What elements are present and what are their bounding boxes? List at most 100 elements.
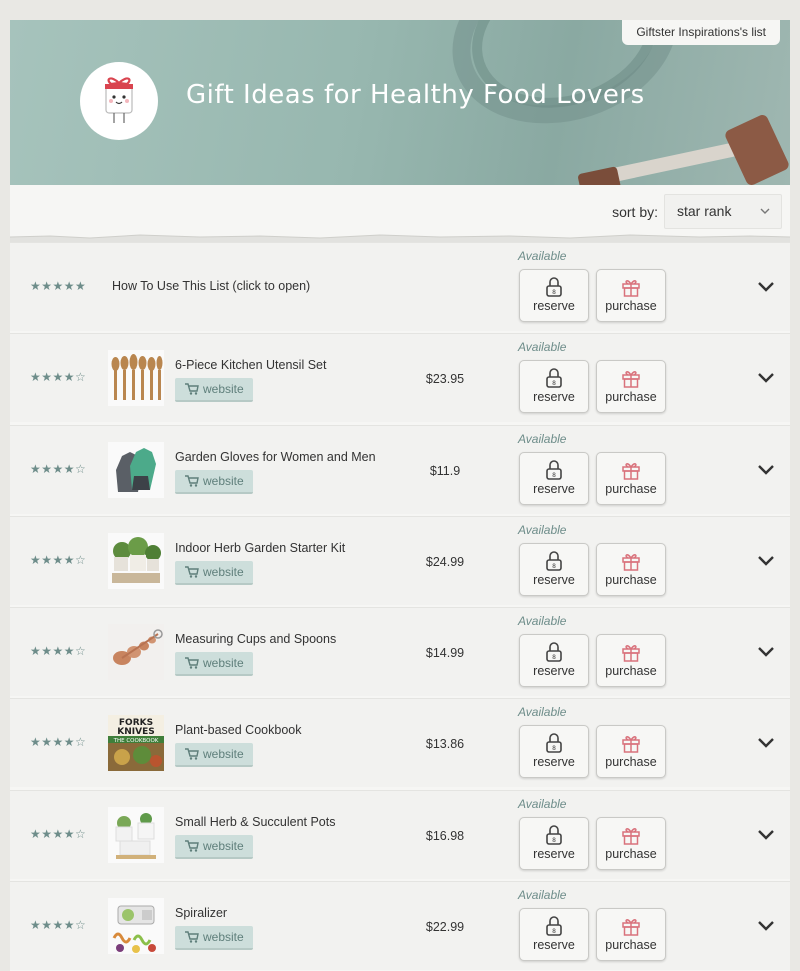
cart-icon (185, 566, 199, 578)
item-name[interactable]: Plant-based Cookbook (175, 723, 301, 737)
website-button[interactable]: website (175, 834, 253, 859)
item-name[interactable]: Measuring Cups and Spoons (175, 632, 336, 646)
website-button[interactable]: website (175, 926, 253, 951)
list-item-help[interactable]: ★★★★★ How To Use This List (click to ope… (10, 242, 790, 331)
cart-icon (185, 931, 199, 943)
svg-text:8: 8 (552, 837, 556, 844)
item-price: $14.99 (425, 646, 465, 661)
purchase-label: purchase (605, 390, 657, 405)
banner-decoration (577, 166, 623, 185)
star-rating: ★★★★★ (30, 279, 87, 293)
chevron-down-icon[interactable] (756, 463, 776, 482)
reserve-label: reserve (533, 572, 575, 587)
item-image-cookbook[interactable]: FORKS KNIVES THE COOKBOOK (108, 715, 164, 772)
item-image-herb-kit[interactable] (108, 532, 164, 589)
chevron-down-icon[interactable] (756, 828, 776, 847)
reserve-button[interactable]: 8 reserve (519, 725, 589, 779)
purchase-button[interactable]: purchase (596, 269, 666, 322)
reserve-button[interactable]: 8 reserve (519, 908, 589, 962)
reserve-button[interactable]: 8 reserve (519, 269, 589, 322)
chevron-down-icon[interactable] (756, 280, 776, 299)
reserve-label: reserve (533, 390, 575, 405)
gift-list: ★★★★★ How To Use This List (click to ope… (10, 242, 790, 971)
list-owner-tab[interactable]: Giftster Inspirations's list (622, 20, 780, 45)
purchase-button[interactable]: purchase (596, 360, 666, 414)
item-price: $22.99 (425, 920, 465, 935)
list-item[interactable]: ★★★★☆ Small Herb & Succulent Pots websit… (10, 789, 790, 879)
status-label: Available (518, 888, 567, 903)
website-button[interactable]: website (175, 469, 253, 494)
wishlist-page: Giftster Inspirations's list Gift Ideas … (10, 20, 790, 971)
cart-icon (185, 748, 199, 761)
list-item[interactable]: ★★★★☆ 6-Piece Kitchen Utensil Set websit… (10, 333, 790, 423)
lock-icon: 8 (546, 551, 562, 571)
gift-icon (622, 462, 640, 480)
website-button[interactable]: website (175, 652, 253, 677)
gift-icon (622, 645, 640, 662)
item-price: $24.99 (425, 554, 465, 569)
reserve-button[interactable]: 8 reserve (519, 542, 589, 596)
item-price: $13.86 (425, 737, 465, 752)
item-image-utensils[interactable] (108, 350, 164, 407)
purchase-button[interactable]: purchase (596, 816, 666, 870)
item-price: $23.95 (425, 372, 465, 387)
status-label: Available (518, 249, 567, 263)
item-name[interactable]: Garden Gloves for Women and Men (175, 450, 376, 464)
cart-icon (185, 474, 199, 487)
item-image-pots[interactable] (108, 806, 164, 863)
chevron-down-icon[interactable] (756, 645, 776, 664)
chevron-down-icon[interactable] (756, 919, 776, 938)
star-rating: ★★★★☆ (30, 918, 87, 933)
reserve-button[interactable]: 8 reserve (519, 634, 589, 688)
item-name[interactable]: Spiralizer (175, 906, 227, 920)
chevron-down-icon[interactable] (756, 554, 776, 573)
item-image-measuring-cups[interactable] (108, 624, 164, 681)
star-rating: ★★★★☆ (30, 461, 87, 476)
gift-icon (622, 553, 640, 571)
reserve-button[interactable]: 8 reserve (519, 816, 589, 870)
status-label: Available (518, 522, 567, 537)
reserve-label: reserve (533, 755, 575, 770)
website-label: website (203, 838, 244, 853)
purchase-button[interactable]: purchase (596, 634, 666, 688)
svg-text:8: 8 (552, 380, 556, 387)
item-name[interactable]: Small Herb & Succulent Pots (175, 815, 336, 829)
reserve-button[interactable]: 8 reserve (519, 451, 589, 505)
chevron-down-icon[interactable] (756, 736, 776, 755)
list-item[interactable]: ★★★★☆ Indoor Herb Garden Starter Kit web… (10, 515, 790, 605)
item-name[interactable]: Indoor Herb Garden Starter Kit (175, 541, 345, 555)
purchase-button[interactable]: purchase (596, 542, 666, 596)
cart-icon (185, 383, 199, 395)
reserve-button[interactable]: 8 reserve (519, 360, 589, 414)
website-label: website (203, 473, 244, 488)
sort-select[interactable]: star rank (664, 194, 782, 229)
purchase-label: purchase (605, 481, 657, 496)
website-button[interactable]: website (175, 378, 253, 403)
help-link[interactable]: How To Use This List (click to open) (112, 279, 310, 293)
purchase-label: purchase (605, 664, 657, 679)
purchase-label: purchase (605, 938, 657, 953)
item-image-spiralizer[interactable] (108, 898, 164, 955)
item-name[interactable]: 6-Piece Kitchen Utensil Set (175, 358, 326, 372)
list-item[interactable]: ★★★★☆ FORKS KNIVES THE COOKBOOK Plant-ba… (10, 698, 790, 788)
gift-icon (622, 371, 640, 389)
purchase-label: purchase (605, 846, 657, 861)
website-button[interactable]: website (175, 743, 253, 768)
website-button[interactable]: website (175, 560, 253, 585)
purchase-button[interactable]: purchase (596, 725, 666, 779)
star-rating: ★★★★☆ (30, 370, 87, 385)
purchase-button[interactable]: purchase (596, 451, 666, 505)
item-price: $11.9 (429, 463, 461, 478)
purchase-button[interactable]: purchase (596, 908, 666, 962)
item-image-gloves[interactable] (108, 441, 164, 498)
status-label: Available (518, 705, 567, 720)
list-item[interactable]: ★★★★☆ Measuring Cups and Spoons website … (10, 607, 790, 697)
list-item[interactable]: ★★★★☆ Spiralizer website $22.99 Availabl… (10, 881, 790, 971)
lock-icon: 8 (546, 824, 562, 845)
list-item[interactable]: ★★★★☆ Garden Gloves for Women and Men we… (10, 424, 790, 514)
gift-icon (622, 919, 640, 936)
chevron-down-icon[interactable] (756, 371, 776, 390)
star-rating: ★★★★☆ (30, 644, 87, 659)
svg-text:8: 8 (552, 654, 556, 661)
website-label: website (203, 564, 244, 579)
